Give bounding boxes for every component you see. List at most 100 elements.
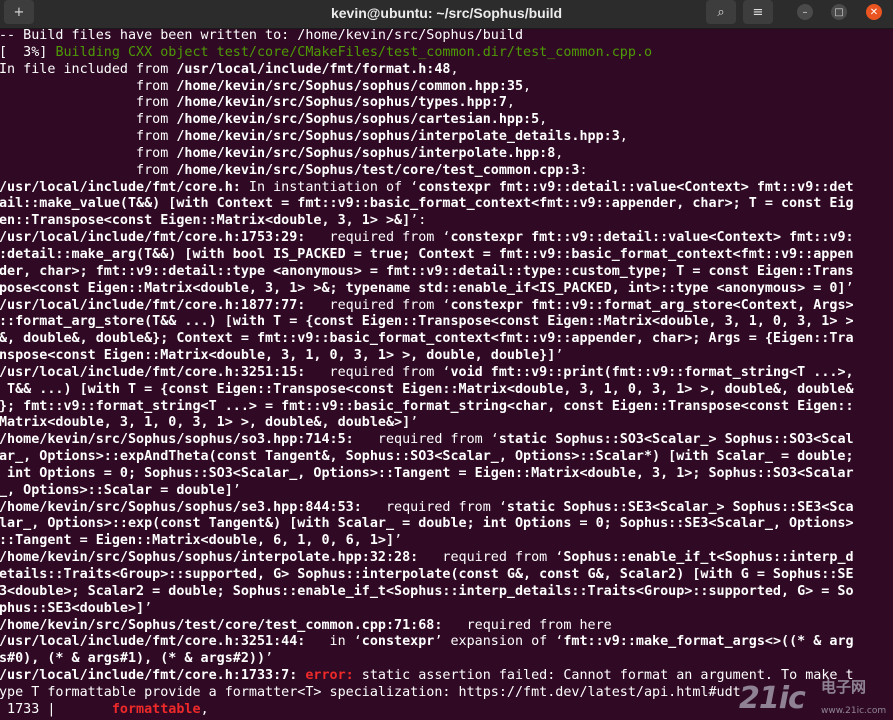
terminal-text-segment: ’: [410,213,427,229]
terminal-line: from /home/kevin/src/Sophus/sophus/inter… [0,146,893,163]
terminal-text-segment: /home/kevin/src/Sophus/sophus/cartesian.… [176,112,540,128]
terminal-line: T&& ...) [with T = {const Eigen::Transpo… [0,382,893,399]
terminal-text-segment: /usr/local/include/fmt/core.h: [0,179,241,195]
terminal-line: en::Transpose<const Eigen::Matrix<double… [0,213,893,230]
terminal-text-segment: from [0,78,177,94]
terminal-line: :detail::make_arg(T&&) [with bool IS_PAC… [0,247,893,264]
terminal-line: int Options = 0; Sophus::SO3<Scalar_, Op… [0,466,893,483]
terminal-line: ::format_arg_store(T&& ...) [with T = {c… [0,314,893,331]
terminal-line: /usr/local/include/fmt/core.h:3251:44: i… [0,634,893,651]
terminal-text-segment: Matrix<double, 3, 1, 0, 3, 1> >, double&… [0,415,411,431]
minimize-icon: – [802,6,808,18]
terminal-text-segment: constexpr fmt::v9::detail::value<Context… [418,179,854,195]
terminal-text-segment: /home/kevin/src/Sophus/sophus/common.hpp… [176,78,524,94]
terminal-text-segment: /usr/local/include/fmt/format.h:48 [176,61,451,77]
terminal-text-segment: required from here [442,617,612,633]
terminal-text-segment: int Options = 0; Sophus::SO3<Scalar_, Op… [0,465,854,481]
terminal-text-segment: /home/kevin/src/Sophus/test/core/test_co… [0,617,443,633]
terminal-text-segment: static Sophus::SO3<Scalar_> Sophus::SO3<… [498,432,854,448]
terminal-text-segment: void fmt::v9::print(fmt::v9::format_stri… [450,364,854,380]
terminal-text-segment: ail::make_value(T&&) [with Context = fmt… [0,196,854,212]
terminal-text-segment: from [0,145,177,161]
terminal-text-segment: required from ‘ [305,230,451,246]
terminal-line: In file included from /usr/local/include… [0,62,893,79]
terminal-text-segment: required from ‘ [305,364,451,380]
terminal-line: /usr/local/include/fmt/core.h: In instan… [0,180,893,197]
terminal-text-segment: fmt::v9::make_format_args<>((* & arg [563,634,854,650]
terminal-text-segment: /usr/local/include/fmt/core.h:1753:29: [0,230,306,246]
terminal-text-segment: lar_, Options>::exp(const Tangent&) [wit… [0,516,854,532]
terminal-text-segment: constexpr [361,634,435,650]
terminal-text-segment: ’ expansion of ‘ [434,634,564,650]
terminal-line: phus::SE3<double>]’ [0,601,893,618]
terminal-text-segment: -- Build files have been written to: /ho… [0,28,524,43]
terminal-line: Matrix<double, 3, 1, 0, 3, 1> >, double&… [0,415,893,432]
terminal-line: from /home/kevin/src/Sophus/sophus/commo… [0,79,893,96]
terminal-text-segment: T&& ...) [with T = {const Eigen::Transpo… [0,381,854,397]
terminal-text-segment: ’ [555,348,564,364]
terminal-text-segment: ’ [232,482,241,498]
terminal-text-segment: /usr/local/include/fmt/core.h:3251:15: [0,364,306,380]
terminal-text-segment: /home/kevin/src/Sophus/sophus/so3.hpp:71… [0,432,354,448]
search-icon: ⌕ [717,4,725,20]
terminal-line: s#0), (* & args#1), (* & args#2))’ [0,651,893,668]
terminal-text-segment: ’ [845,280,854,296]
terminal-text-segment: /home/kevin/src/Sophus/sophus/interpolat… [0,550,419,566]
terminal-line: _, Options>::Scalar = double]’ [0,483,893,500]
terminal-text-segment: ’ [144,600,153,616]
minimize-button[interactable]: – [797,4,813,20]
terminal-text-segment: [ 3%] [0,44,56,60]
terminal-line: /usr/local/include/fmt/core.h:1753:29: r… [0,230,893,247]
terminal-line: from /home/kevin/src/Sophus/sophus/inter… [0,129,893,146]
terminal-line: &, double&, double&}; Context = fmt::v9:… [0,331,893,348]
terminal-text-segment: nspose<const Eigen::Matrix<double, 3, 1,… [0,348,556,364]
terminal-text-segment: /usr/local/include/fmt/core.h:1877:77: [0,297,306,313]
terminal-text-segment: /usr/local/include/fmt/core.h:3251:44: [0,634,306,650]
terminal-text-segment: /usr/local/include/fmt/core.h:1733:7: [0,668,298,684]
terminal-text-segment: s#0), (* & args#1), (* & args#2)) [0,651,266,667]
terminal-text-segment: 1733 | [0,701,112,717]
terminal-text-segment: In instantiation of ‘ [240,179,419,195]
window-titlebar: + kevin@ubuntu: ~/src/Sophus/build ⌕ ≡ –… [0,0,893,29]
terminal-text-segment: static Sophus::SE3<Scalar_> Sophus::SE3<… [506,499,854,515]
terminal-line: der, char>; fmt::v9::detail::type <anony… [0,264,893,281]
terminal-text-segment: required from ‘ [305,297,451,313]
terminal-text-segment: phus::SE3<double>] [0,600,145,616]
terminal-text-segment: from [0,162,177,178]
hamburger-menu-icon: ≡ [752,4,764,20]
terminal-line: ail::make_value(T&&) [with Context = fmt… [0,196,893,213]
terminal-line: /home/kevin/src/Sophus/sophus/so3.hpp:71… [0,432,893,449]
terminal-text-segment: , [539,112,548,128]
terminal-line: 3<double>; Scalar2 = double; Sophus::ena… [0,584,893,601]
terminal-output[interactable]: -- Build files have been written to: /ho… [0,28,893,720]
terminal-line: ar_, Options>::expAndTheta(const Tangent… [0,449,893,466]
close-icon: ✕ [869,6,879,18]
terminal-text-segment: , [450,61,459,77]
maximize-button[interactable]: □ [831,4,847,20]
close-button[interactable]: ✕ [866,4,882,20]
terminal-text-segment: required from ‘ [361,499,507,515]
terminal-text-segment: ar_, Options>::expAndTheta(const Tangent… [0,449,854,465]
terminal-text-segment: required from ‘ [418,550,564,566]
terminal-text-segment: 3<double>; Scalar2 = double; Sophus::ena… [0,583,854,599]
terminal-text-segment: : [579,162,588,178]
terminal-text-segment: Sophus::enable_if_t<Sophus::interp_d [563,550,854,566]
terminal-line: from /home/kevin/src/Sophus/sophus/carte… [0,112,893,129]
search-button[interactable]: ⌕ [706,0,736,24]
terminal-text-segment: from [0,112,177,128]
watermark-logo: 21ic 电子网 www.21ic.com [739,676,889,718]
terminal-text-segment: /home/kevin/src/Sophus/sophus/types.hpp:… [176,95,507,111]
terminal-line: /home/kevin/src/Sophus/test/core/test_co… [0,618,893,635]
menu-button[interactable]: ≡ [743,0,773,24]
terminal-line: -- Build files have been written to: /ho… [0,28,893,45]
terminal-text-segment: , [619,129,628,145]
terminal-text-segment: , [523,78,532,94]
terminal-text-segment: in ‘ [305,634,362,650]
terminal-line: nspose<const Eigen::Matrix<double, 3, 1,… [0,348,893,365]
terminal-line: /home/kevin/src/Sophus/sophus/se3.hpp:84… [0,500,893,517]
terminal-text-segment: from [0,129,177,145]
terminal-line: from /home/kevin/src/Sophus/test/core/te… [0,163,893,180]
terminal-text-segment: , [200,701,209,717]
terminal-text-segment: In file included from [0,61,177,77]
watermark-chinese: 电子网 [821,678,867,696]
